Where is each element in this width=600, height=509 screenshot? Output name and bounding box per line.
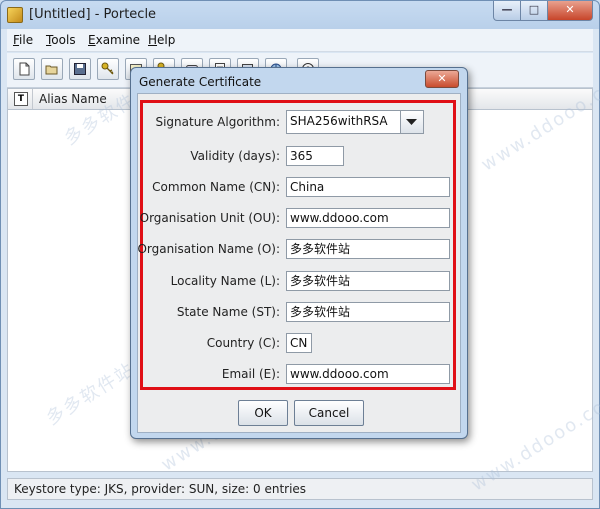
validity-field[interactable]: 365	[286, 146, 344, 166]
locality-name-label: Locality Name (L):	[170, 274, 280, 288]
new-keystore-button[interactable]	[13, 58, 35, 80]
organisation-unit-label: Organisation Unit (OU):	[139, 211, 280, 225]
email-label: Email (E):	[221, 367, 280, 381]
save-keystore-button[interactable]	[69, 58, 91, 80]
menu-file[interactable]: File	[13, 33, 33, 47]
menu-help[interactable]: Help	[148, 33, 175, 47]
entry-type-column-header[interactable]: T	[14, 92, 28, 106]
window-controls: — □ ✕	[493, 1, 593, 21]
new-keystore-icon	[19, 62, 30, 76]
window-title: [Untitled] - Portecle	[29, 7, 157, 22]
menu-examine-label: xamine	[95, 33, 141, 47]
organisation-unit-field[interactable]: www.ddooo.com	[286, 208, 450, 228]
common-name-label: Common Name (CN):	[152, 180, 280, 194]
menu-help-label: elp	[157, 33, 176, 47]
maximize-button[interactable]: □	[521, 1, 548, 21]
signature-algorithm-label: Signature Algorithm:	[155, 115, 280, 129]
dropdown-arrow-button[interactable]	[400, 111, 423, 133]
organisation-name-field[interactable]: 多多软件站	[286, 239, 450, 259]
chevron-down-icon	[406, 119, 417, 125]
organisation-name-label: Organisation Name (O):	[137, 242, 280, 256]
status-bar: Keystore type: JKS, provider: SUN, size:…	[7, 478, 593, 500]
validity-label: Validity (days):	[190, 149, 280, 163]
portecle-app-icon	[7, 7, 23, 23]
menu-tools[interactable]: Tools	[46, 33, 76, 47]
status-text: Keystore type: JKS, provider: SUN, size:…	[14, 482, 307, 496]
generate-keypair-button[interactable]	[97, 58, 119, 80]
save-keystore-icon	[74, 63, 86, 75]
locality-name-field[interactable]: 多多软件站	[286, 271, 450, 291]
dialog-body: Signature Algorithm: SHA256withRSA Valid…	[137, 93, 461, 433]
menu-tools-label: ools	[51, 33, 76, 47]
menubar: File Tools Examine Help	[7, 29, 593, 52]
country-label: Country (C):	[206, 336, 280, 350]
signature-algorithm-select[interactable]: SHA256withRSA	[286, 110, 424, 134]
country-field[interactable]: CN	[286, 333, 312, 353]
menu-examine-mnemonic: E	[88, 33, 96, 47]
menu-help-mnemonic: H	[148, 33, 158, 47]
cancel-button[interactable]: Cancel	[294, 400, 364, 426]
close-window-button[interactable]: ✕	[548, 1, 593, 21]
open-keystore-icon	[45, 65, 58, 75]
menu-file-label: ile	[19, 33, 34, 47]
minimize-button[interactable]: —	[493, 1, 521, 21]
generate-keypair-icon	[101, 62, 114, 75]
dialog-title: Generate Certificate	[139, 75, 262, 89]
generate-certificate-dialog: Generate Certificate ✕ Signature Algorit…	[130, 67, 468, 439]
common-name-field[interactable]: China	[286, 177, 450, 197]
ok-button[interactable]: OK	[238, 400, 288, 426]
email-field[interactable]: www.ddooo.com	[286, 364, 450, 384]
dialog-close-button[interactable]: ✕	[425, 70, 459, 88]
menu-examine[interactable]: Examine	[88, 33, 140, 47]
state-name-label: State Name (ST):	[176, 305, 280, 319]
titlebar: [Untitled] - Portecle — □ ✕	[1, 1, 599, 29]
open-keystore-button[interactable]	[41, 58, 63, 80]
state-name-field[interactable]: 多多软件站	[286, 302, 450, 322]
signature-algorithm-value: SHA256withRSA	[290, 114, 388, 128]
